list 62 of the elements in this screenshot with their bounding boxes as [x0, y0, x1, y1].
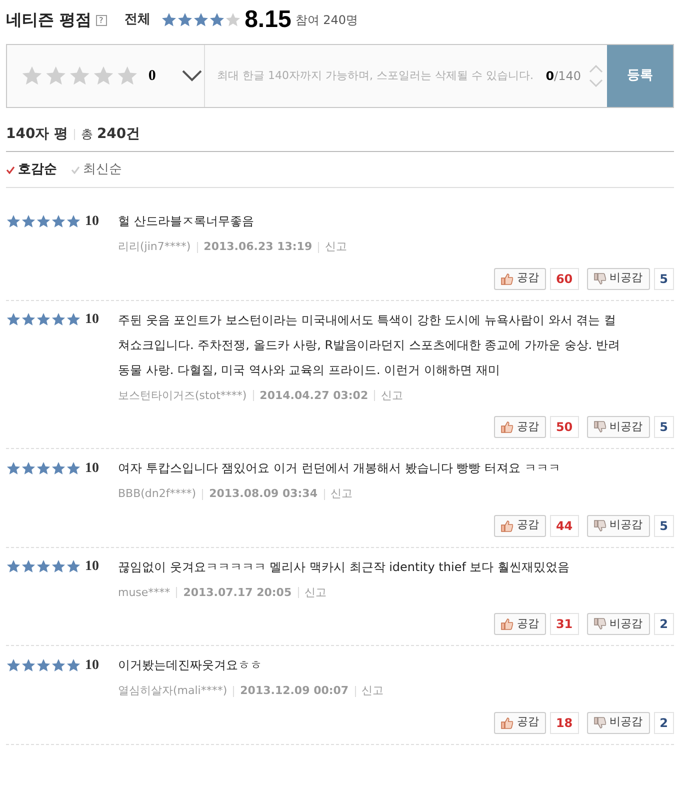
dislike-count: 5 — [654, 416, 674, 438]
total-count: 총 240건 — [81, 125, 140, 144]
review-date: 2014.04.27 03:02 — [260, 388, 368, 404]
scroll-up-icon[interactable] — [589, 65, 603, 73]
thumbs-up-icon — [500, 618, 513, 630]
like-button[interactable]: 공감 — [494, 416, 546, 438]
thumbs-down-icon — [594, 618, 606, 630]
dislike-count: 5 — [654, 268, 674, 290]
review-text: 주뒨 웃음 포인트가 보스턴이라는 미국내에서도 특색이 강한 도시에 뉴욕사람이 와서 겪는 컬쳐쇼크입니다. 주차전쟁, 올드카 사랑, R발음이라던지 스포츠에대한 종교에 가까운 숭상. 반려동물 사랑. 다혈질, 미국 역사와 교육의 프라이드. 이런거 이해하면 재미 — [118, 312, 621, 378]
thumbs-down-icon — [594, 272, 606, 284]
thumbs-down-icon — [594, 421, 606, 433]
dislike-count: 5 — [654, 514, 674, 536]
review-date: 2013.06.23 13:19 — [204, 239, 312, 255]
review-text: 끊임없이 웃겨요ㅋㅋㅋㅋㅋ 멜리사 맥카시 최근작 identity thief 보다 훨씬재밌었음 — [118, 558, 571, 576]
review-score: 10 — [85, 558, 99, 576]
scroll-down-icon[interactable] — [589, 79, 603, 87]
like-count: 44 — [550, 514, 579, 536]
review-score: 10 — [85, 212, 99, 230]
dislike-count: 2 — [654, 613, 674, 635]
like-count: 31 — [550, 613, 579, 635]
chevron-down-icon[interactable] — [182, 70, 202, 82]
like-count: 50 — [550, 416, 579, 438]
help-icon[interactable]: ? — [96, 14, 107, 26]
selected-score: 0 — [148, 66, 156, 86]
character-count: 0/140 — [546, 68, 581, 85]
thumbs-up-icon — [500, 520, 513, 532]
dislike-button[interactable]: 비공감 — [586, 268, 650, 290]
review-date: 2013.12.09 00:07 — [240, 683, 349, 699]
review-text: 헐 산드라블ㅈ록너무좋음 — [118, 213, 255, 230]
section-title: 네티즌 평점 — [6, 9, 92, 31]
review-score: 10 — [85, 656, 99, 674]
like-button[interactable]: 공감 — [494, 613, 546, 635]
check-icon — [6, 166, 15, 174]
participant-count: 참여 240명 — [295, 12, 358, 29]
sort-tab[interactable]: 호감순 — [6, 160, 57, 180]
like-count: 18 — [550, 712, 579, 734]
section-label: 140자 평 — [6, 125, 68, 144]
thumbs-up-icon — [500, 421, 513, 433]
like-count: 60 — [550, 268, 579, 290]
dislike-button[interactable]: 비공감 — [586, 613, 650, 635]
dislike-count: 2 — [654, 712, 674, 734]
review-text: 이거봤는데진짜웃겨요ㅎㅎ — [118, 657, 263, 674]
dislike-button[interactable]: 비공감 — [586, 416, 650, 438]
thumbs-up-icon — [500, 272, 513, 284]
review-input[interactable]: 최대 한글 140자까지 가능하며, 스포일러는 삭제될 수 있습니다. — [205, 45, 546, 107]
review-score: 10 — [85, 460, 99, 478]
dislike-button[interactable]: 비공감 — [586, 514, 650, 536]
thumbs-up-icon — [500, 716, 513, 728]
thumbs-down-icon — [594, 716, 606, 728]
thumbs-down-icon — [594, 520, 606, 532]
review-date: 2013.07.17 20:05 — [183, 584, 292, 600]
sort-tab[interactable]: 최신순 — [71, 160, 122, 180]
dislike-button[interactable]: 비공감 — [586, 712, 650, 734]
scope-label: 전체 — [124, 11, 151, 30]
like-button[interactable]: 공감 — [494, 514, 546, 536]
review-date: 2013.08.09 03:34 — [209, 486, 318, 502]
like-button[interactable]: 공감 — [494, 712, 546, 734]
like-button[interactable]: 공감 — [494, 268, 546, 290]
average-score: 8.15 — [244, 8, 292, 32]
review-text: 여자 투캅스입니다 잼있어요 이거 런던에서 개봉해서 봤습니다 빵빵 터져요 ㅋㅋㅋ — [118, 460, 562, 477]
review-score: 10 — [85, 311, 99, 329]
check-icon — [71, 166, 80, 174]
